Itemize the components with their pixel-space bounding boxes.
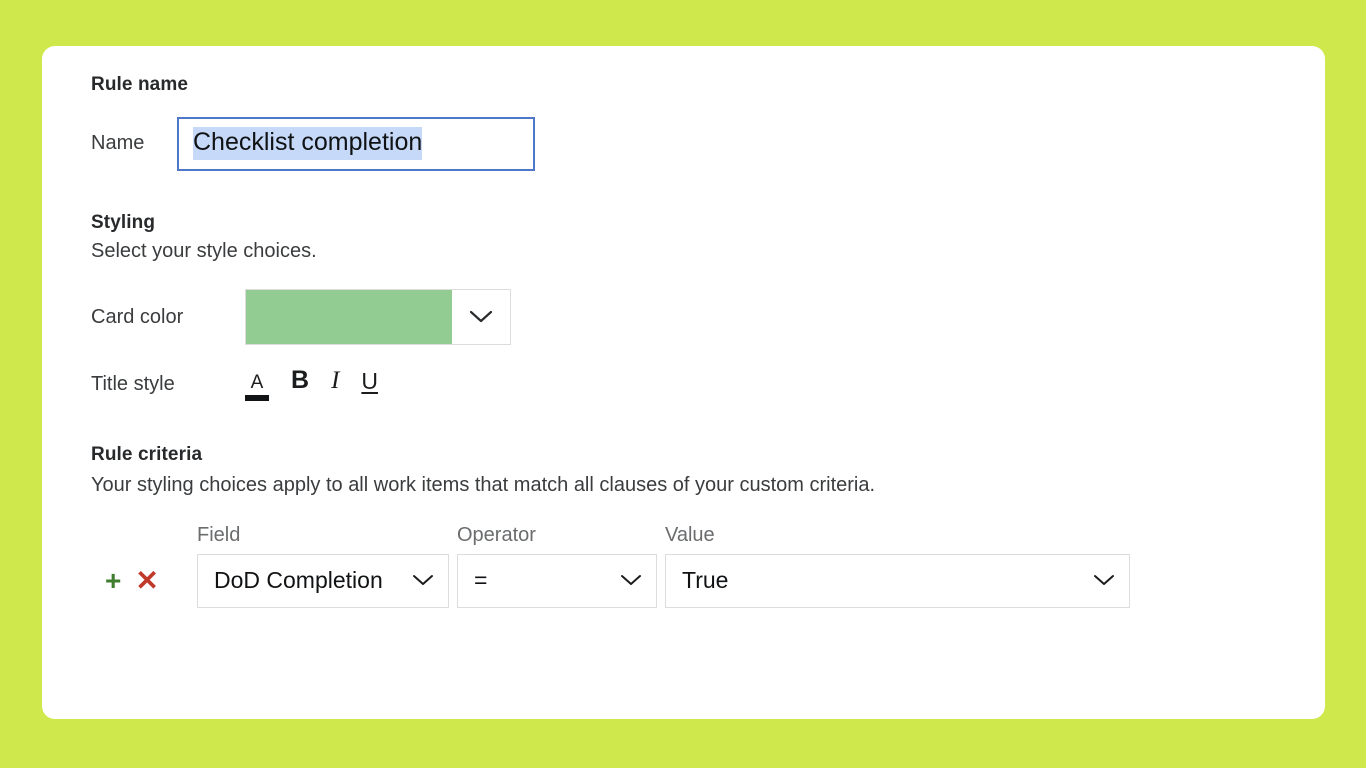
text-color-glyph: A bbox=[250, 372, 264, 394]
chevron-down-icon bbox=[452, 290, 510, 344]
italic-button[interactable]: I bbox=[331, 368, 339, 401]
operator-dropdown-value: = bbox=[474, 567, 488, 594]
card-color-select[interactable] bbox=[245, 289, 511, 346]
chevron-down-icon bbox=[1093, 574, 1115, 587]
italic-glyph: I bbox=[331, 367, 340, 395]
bold-glyph: B bbox=[291, 366, 310, 395]
card-content: Rule name Name Checklist completion Styl… bbox=[91, 72, 1295, 608]
column-header-field: Field bbox=[197, 523, 241, 546]
value-dropdown-value: True bbox=[682, 567, 729, 594]
underline-glyph: U bbox=[361, 368, 379, 395]
chevron-down-icon bbox=[620, 574, 642, 587]
criteria-table: Field Operator Value + ✕ DoD Completion bbox=[101, 525, 1295, 608]
name-label: Name bbox=[91, 132, 145, 155]
card-color-label: Card color bbox=[91, 305, 184, 328]
rule-criteria-section: Rule criteria Your styling choices apply… bbox=[91, 442, 1295, 608]
remove-clause-icon[interactable]: ✕ bbox=[135, 566, 158, 595]
title-style-row: Title style A B I U bbox=[91, 368, 1295, 402]
text-color-swatch-bar bbox=[245, 395, 269, 402]
value-dropdown[interactable]: True bbox=[665, 553, 1130, 608]
field-dropdown-value: DoD Completion bbox=[214, 567, 383, 594]
field-dropdown[interactable]: DoD Completion bbox=[197, 553, 449, 608]
rule-name-section: Rule name Name Checklist completion bbox=[91, 72, 1295, 171]
name-row: Name Checklist completion bbox=[91, 116, 1295, 171]
rule-criteria-heading: Rule criteria bbox=[91, 444, 203, 466]
bold-button[interactable]: B bbox=[291, 368, 309, 401]
rule-name-input-value: Checklist completion bbox=[193, 127, 423, 160]
operator-dropdown[interactable]: = bbox=[457, 553, 657, 608]
card-color-row: Card color bbox=[91, 289, 1295, 346]
rule-name-heading: Rule name bbox=[91, 74, 188, 95]
add-clause-icon[interactable]: + bbox=[105, 566, 121, 595]
criteria-row-actions: + ✕ bbox=[101, 566, 197, 595]
styling-heading: Styling bbox=[91, 211, 156, 233]
rule-name-input[interactable]: Checklist completion bbox=[177, 116, 535, 171]
column-header-operator: Operator bbox=[457, 523, 536, 546]
card-color-swatch bbox=[246, 290, 452, 345]
underline-button[interactable]: U bbox=[361, 370, 378, 401]
criteria-column-headers: Field Operator Value bbox=[101, 525, 1295, 554]
column-header-value: Value bbox=[665, 523, 715, 546]
styling-description: Select your style choices. bbox=[91, 240, 317, 263]
text-color-button[interactable]: A bbox=[245, 372, 269, 402]
chevron-down-icon bbox=[412, 574, 434, 587]
criteria-row: + ✕ DoD Completion = True bbox=[101, 553, 1295, 608]
rule-criteria-description: Your styling choices apply to all work i… bbox=[91, 473, 876, 496]
styling-section: Styling Select your style choices. Card … bbox=[91, 210, 1295, 402]
title-style-label: Title style bbox=[91, 373, 175, 396]
title-style-buttons: A B I U bbox=[245, 368, 378, 402]
rule-editor-card: Rule name Name Checklist completion Styl… bbox=[42, 46, 1325, 719]
